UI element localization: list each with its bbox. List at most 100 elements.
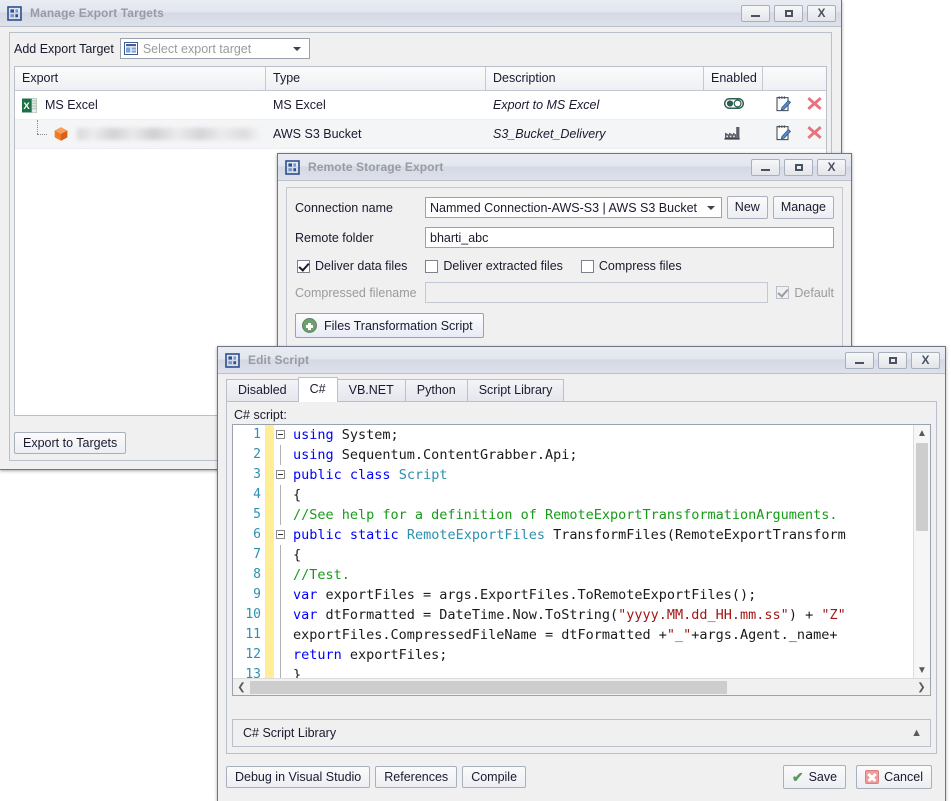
chevron-up-icon[interactable]: ▲ [911, 727, 922, 739]
debug-in-visual-studio-button[interactable]: Debug in Visual Studio [226, 766, 370, 789]
factory-icon[interactable] [724, 126, 743, 143]
script-library-collapse-bar[interactable]: C# Script Library ▲ [232, 719, 931, 747]
tab-script-library[interactable]: Script Library [467, 379, 565, 402]
new-connection-button[interactable]: New [727, 196, 768, 219]
scroll-down-arrow-icon[interactable]: ▼ [914, 662, 930, 678]
row-description-cell: Export to MS Excel [486, 91, 704, 119]
delete-x-icon[interactable] [806, 95, 823, 115]
close-button[interactable]: X [911, 352, 940, 369]
code-line[interactable]: 9var exportFiles = args.ExportFiles.ToRe… [233, 585, 913, 605]
scroll-right-arrow-icon[interactable]: ❯ [913, 682, 930, 693]
row-edit-cell[interactable] [763, 91, 803, 119]
edit-pencil-icon[interactable] [775, 124, 792, 144]
toggle-on-icon[interactable] [724, 98, 744, 112]
cancel-button[interactable]: Cancel [856, 765, 932, 789]
change-marker [265, 445, 274, 465]
code-editor[interactable]: 1using System;2using Sequentum.ContentGr… [232, 424, 931, 696]
checkbox-box[interactable] [581, 260, 594, 273]
code-line[interactable]: 7{ [233, 545, 913, 565]
chevron-down-icon [707, 206, 715, 210]
default-label: Default [794, 286, 834, 300]
editor-vertical-scrollbar[interactable]: ▲ ▼ [913, 425, 930, 678]
column-header-type[interactable]: Type [266, 67, 486, 90]
edit-window-titlebar[interactable]: Edit Script X [218, 347, 945, 374]
delete-x-icon[interactable] [806, 124, 823, 144]
vertical-scroll-thumb[interactable] [916, 443, 928, 531]
remote-storage-export-window: Remote Storage Export X Connection name … [277, 153, 852, 348]
checkbox-box[interactable] [776, 286, 789, 299]
fold-collapse-icon[interactable] [274, 465, 291, 485]
code-line[interactable]: 10var dtFormatted = DateTime.Now.ToStrin… [233, 605, 913, 625]
column-header-description[interactable]: Description [486, 67, 704, 90]
table-row[interactable]: X MS Excel MS Excel Export to MS Excel [15, 91, 826, 120]
manage-window-titlebar[interactable]: Manage Export Targets X [0, 0, 841, 27]
fold-collapse-icon[interactable] [274, 425, 291, 445]
select-export-target-combo[interactable]: Select export target [120, 38, 310, 59]
plus-circle-icon [302, 318, 317, 333]
remote-folder-input[interactable]: bharti_abc [425, 227, 834, 248]
fold-collapse-icon[interactable] [274, 525, 291, 545]
deliver-extracted-files-checkbox[interactable]: Deliver extracted files [425, 259, 563, 273]
checkbox-box[interactable] [297, 260, 310, 273]
export-to-targets-button[interactable]: Export to Targets [14, 432, 126, 455]
code-line[interactable]: 5//See help for a definition of RemoteEx… [233, 505, 913, 525]
table-row[interactable]: AWS S3 Bucket S3_Bucket_Delivery [15, 120, 826, 149]
scroll-up-arrow-icon[interactable]: ▲ [914, 425, 930, 441]
row-edit-cell[interactable] [763, 120, 803, 148]
minimize-button[interactable] [845, 352, 874, 369]
files-transformation-script-button[interactable]: Files Transformation Script [295, 313, 484, 338]
code-line[interactable]: 3public class Script [233, 465, 913, 485]
tab-python[interactable]: Python [405, 379, 468, 402]
code-line[interactable]: 11exportFiles.CompressedFileName = dtFor… [233, 625, 913, 645]
column-header-actions [763, 67, 826, 90]
code-line[interactable]: 2using Sequentum.ContentGrabber.Api; [233, 445, 913, 465]
code-text: //Test. [291, 565, 350, 585]
deliver-data-files-checkbox[interactable]: Deliver data files [297, 259, 407, 273]
references-button[interactable]: References [375, 766, 457, 789]
column-header-export[interactable]: Export [15, 67, 266, 90]
code-lines-container[interactable]: 1using System;2using Sequentum.ContentGr… [233, 425, 913, 678]
close-button[interactable]: X [807, 5, 836, 22]
horizontal-scroll-thumb[interactable] [250, 681, 727, 694]
maximize-button[interactable] [784, 159, 813, 176]
code-line[interactable]: 4{ [233, 485, 913, 505]
tab-csharp[interactable]: C# [298, 377, 338, 402]
select-export-target-placeholder: Select export target [143, 42, 293, 56]
code-line[interactable]: 8//Test. [233, 565, 913, 585]
maximize-button[interactable] [774, 5, 803, 22]
edit-pencil-icon[interactable] [775, 95, 792, 115]
minimize-button[interactable] [751, 159, 780, 176]
save-button[interactable]: ✔ Save [783, 765, 846, 789]
row-enabled-cell[interactable] [704, 91, 763, 119]
default-filename-checkbox[interactable]: Default [776, 286, 834, 300]
tab-disabled[interactable]: Disabled [226, 379, 299, 402]
manage-connections-button[interactable]: Manage [773, 196, 834, 219]
compress-files-checkbox[interactable]: Compress files [581, 259, 682, 273]
row-export-cell: X MS Excel [15, 91, 266, 119]
code-line[interactable]: 6public static RemoteExportFiles Transfo… [233, 525, 913, 545]
connection-name-combo[interactable]: Nammed Connection-AWS-S3 | AWS S3 Bucket [425, 197, 722, 218]
code-line[interactable]: 12return exportFiles; [233, 645, 913, 665]
tab-vbnet[interactable]: VB.NET [337, 379, 406, 402]
compile-button[interactable]: Compile [462, 766, 526, 789]
row-delete-cell[interactable] [803, 91, 826, 119]
compressed-filename-input[interactable] [425, 282, 768, 303]
maximize-button[interactable] [878, 352, 907, 369]
checkbox-box[interactable] [425, 260, 438, 273]
compress-files-label: Compress files [599, 259, 682, 273]
remote-window-titlebar[interactable]: Remote Storage Export X [278, 154, 851, 181]
column-header-enabled[interactable]: Enabled [704, 67, 763, 90]
code-line[interactable]: 13} [233, 665, 913, 678]
scroll-left-arrow-icon[interactable]: ❮ [233, 682, 250, 693]
fold-guide-line [274, 445, 291, 465]
horizontal-scroll-track[interactable] [250, 681, 913, 694]
fold-guide-line [274, 605, 291, 625]
row-enabled-cell[interactable] [704, 120, 763, 148]
export-to-targets-wrap: Export to Targets [14, 432, 126, 455]
minimize-button[interactable] [741, 5, 770, 22]
editor-horizontal-scrollbar[interactable]: ❮ ❯ [233, 678, 930, 695]
close-button[interactable]: X [817, 159, 846, 176]
change-marker [265, 565, 274, 585]
row-delete-cell[interactable] [803, 120, 826, 148]
code-line[interactable]: 1using System; [233, 425, 913, 445]
